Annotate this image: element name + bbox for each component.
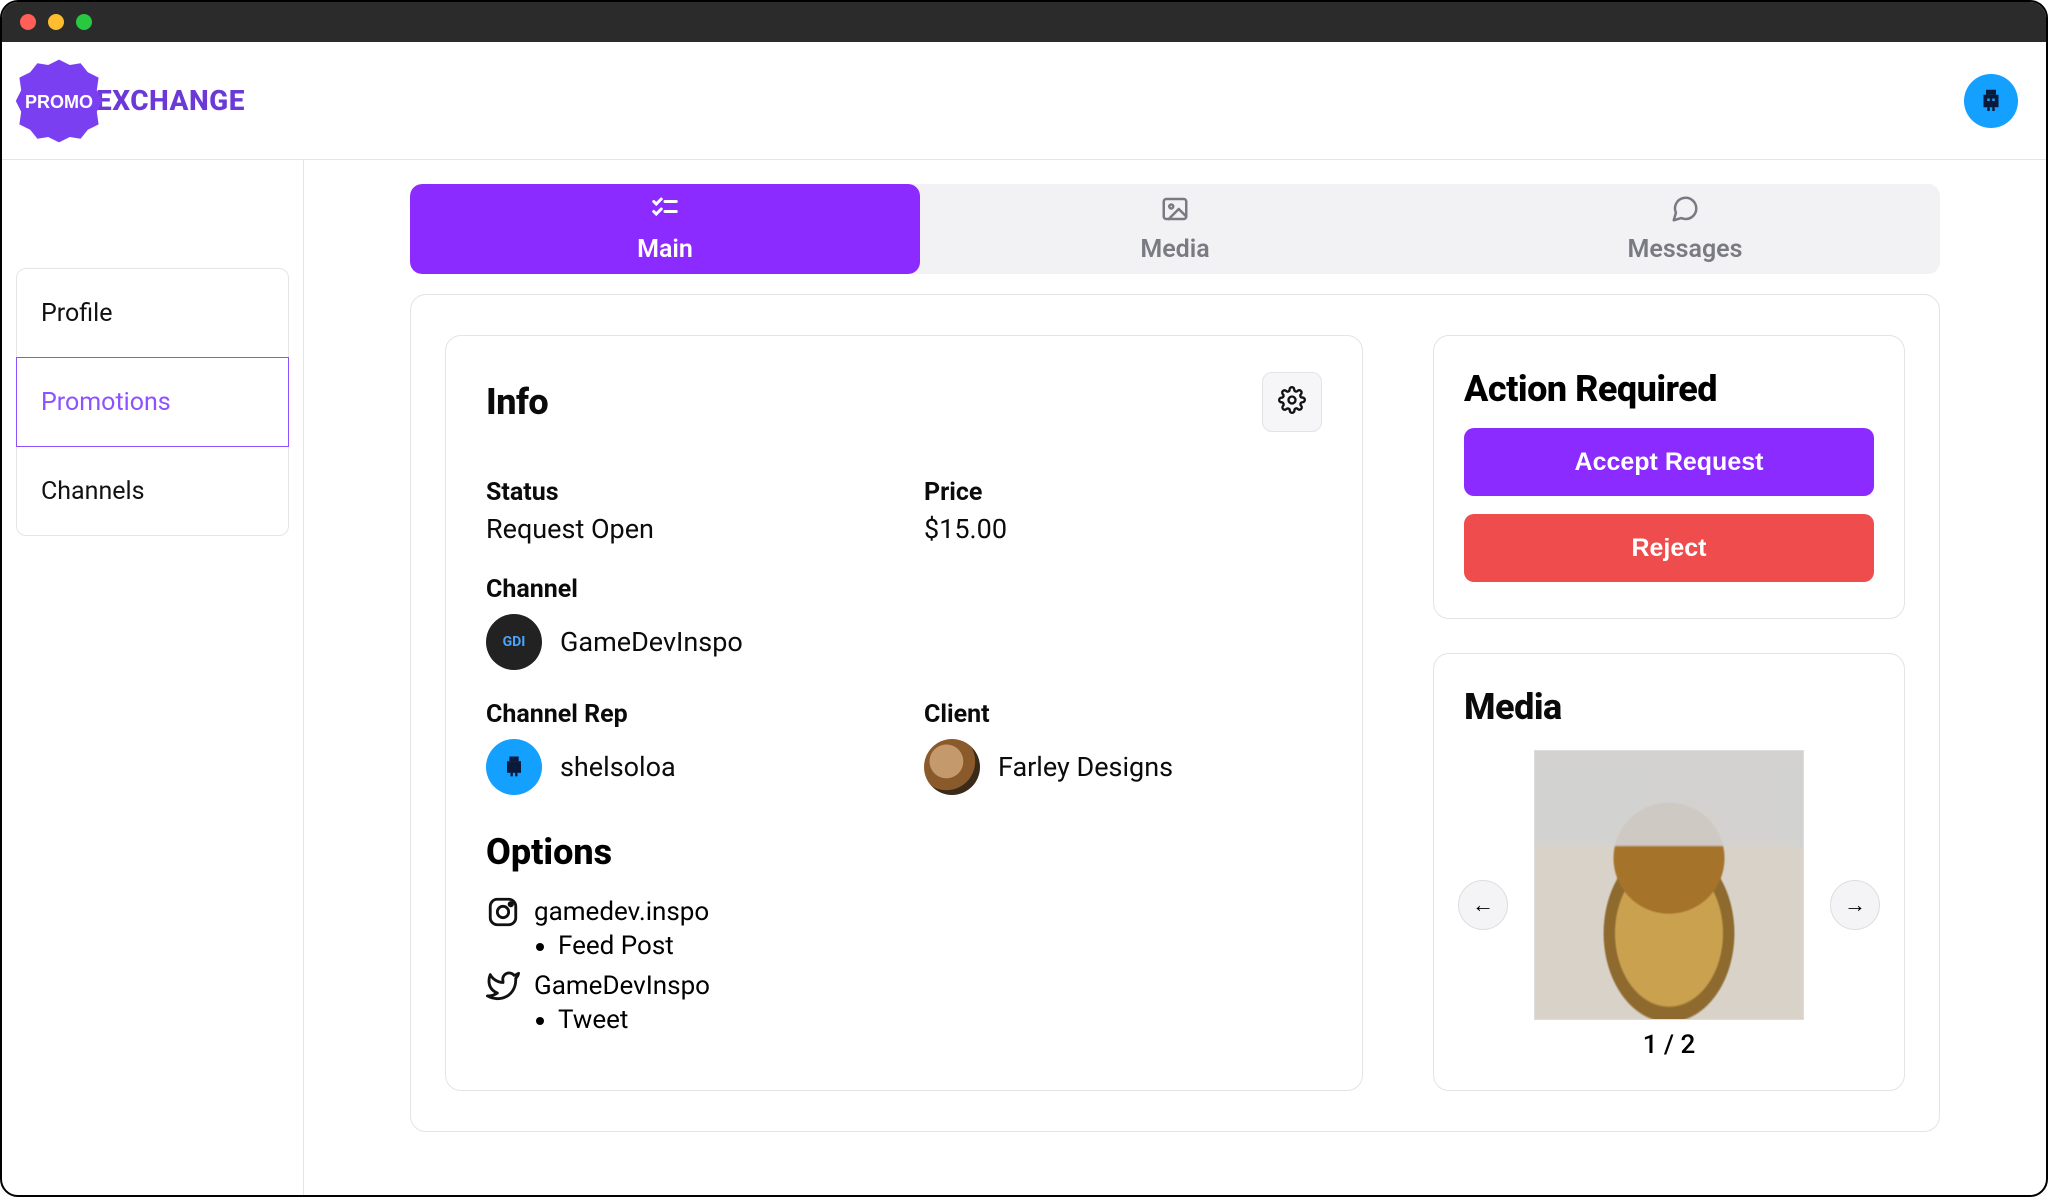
rep-field: Channel Rep shelsoloa: [486, 700, 884, 795]
arrow-right-icon: →: [1844, 892, 1866, 918]
client-avatar: [924, 739, 980, 795]
info-card: Info: [445, 335, 1363, 1091]
tab-label: Main: [637, 235, 693, 264]
rep-avatar: [486, 739, 542, 795]
sidebar-item-profile[interactable]: Profile: [16, 268, 289, 358]
main-area: Profile Promotions Channels Main: [2, 160, 2046, 1195]
media-carousel: ← → 1 / 2: [1464, 750, 1874, 1060]
status-value: Request Open: [486, 513, 884, 545]
tab-bar: Main Media Message: [410, 184, 1940, 274]
option-sub: Tweet: [558, 1005, 1322, 1035]
status-label: Status: [486, 478, 884, 507]
channel-label: Channel: [486, 575, 1322, 604]
tab-main[interactable]: Main: [410, 184, 920, 274]
accept-button[interactable]: Accept Request: [1464, 428, 1874, 496]
price-label: Price: [924, 478, 1322, 507]
topbar: PROMO EXCHANGE: [2, 42, 2046, 160]
checklist-icon: [650, 194, 680, 231]
client-label: Client: [924, 700, 1322, 729]
option-handle: GameDevInspo: [534, 971, 710, 1001]
info-settings-button[interactable]: [1262, 372, 1322, 432]
price-field: Price $15.00: [924, 478, 1322, 545]
sidebar-item-label: Promotions: [41, 388, 171, 417]
window-minimize-dot[interactable]: [48, 14, 64, 30]
arrow-left-icon: ←: [1472, 892, 1494, 918]
client-field: Client Farley Designs: [924, 700, 1322, 795]
rep-name: shelsoloa: [560, 751, 676, 783]
content: Main Media Message: [304, 160, 2046, 1195]
tab-media[interactable]: Media: [920, 184, 1430, 274]
channel-name: GameDevInspo: [560, 626, 743, 658]
options-title: Options: [486, 831, 1322, 873]
logo-badge-icon: PROMO: [14, 56, 104, 146]
action-card: Action Required Accept Request Reject: [1433, 335, 1905, 619]
status-field: Status Request Open: [486, 478, 884, 545]
brand-logo[interactable]: PROMO EXCHANGE: [14, 56, 245, 146]
option-instagram: gamedev.inspo: [486, 895, 1322, 929]
option-twitter: GameDevInspo: [486, 969, 1322, 1003]
options-list: gamedev.inspo Feed Post GameDevInspo: [486, 895, 1322, 1035]
image-icon: [1160, 194, 1190, 231]
window-zoom-dot[interactable]: [76, 14, 92, 30]
twitter-icon: [486, 969, 520, 1003]
channel-avatar-text: GDI: [503, 634, 526, 650]
media-pager: 1 / 2: [1643, 1030, 1696, 1060]
sidebar-item-promotions[interactable]: Promotions: [16, 357, 289, 447]
user-avatar[interactable]: [1964, 74, 2018, 128]
brand-text: EXCHANGE: [96, 84, 245, 117]
carousel-next-button[interactable]: →: [1830, 880, 1880, 930]
carousel-prev-button[interactable]: ←: [1458, 880, 1508, 930]
info-title: Info: [486, 381, 548, 423]
app-window: PROMO EXCHANGE Profile Promotions Channe…: [0, 0, 2048, 1197]
price-value: $15.00: [924, 513, 1322, 545]
option-sub: Feed Post: [558, 931, 1322, 961]
svg-text:PROMO: PROMO: [25, 92, 93, 112]
tab-messages[interactable]: Messages: [1430, 184, 1940, 274]
tab-label: Media: [1140, 235, 1209, 264]
sidebar-item-channels[interactable]: Channels: [16, 446, 289, 536]
reject-button[interactable]: Reject: [1464, 514, 1874, 582]
window-close-dot[interactable]: [20, 14, 36, 30]
tab-label: Messages: [1628, 235, 1743, 264]
sidebar-item-label: Channels: [41, 477, 145, 506]
channel-avatar: GDI: [486, 614, 542, 670]
client-name: Farley Designs: [998, 751, 1173, 783]
media-title: Media: [1464, 686, 1874, 728]
mac-titlebar: [2, 2, 2046, 42]
instagram-icon: [486, 895, 520, 929]
action-title: Action Required: [1464, 368, 1874, 410]
rep-label: Channel Rep: [486, 700, 884, 729]
channel-field: Channel GDI GameDevInspo: [486, 575, 1322, 670]
detail-panel: Info: [410, 294, 1940, 1132]
chat-icon: [1670, 194, 1700, 231]
option-handle: gamedev.inspo: [534, 897, 709, 927]
gear-icon: [1278, 386, 1306, 418]
sidebar: Profile Promotions Channels: [2, 160, 304, 1195]
media-card: Media ← → 1 / 2: [1433, 653, 1905, 1091]
media-thumbnail[interactable]: [1534, 750, 1804, 1020]
sidebar-item-label: Profile: [41, 299, 112, 328]
